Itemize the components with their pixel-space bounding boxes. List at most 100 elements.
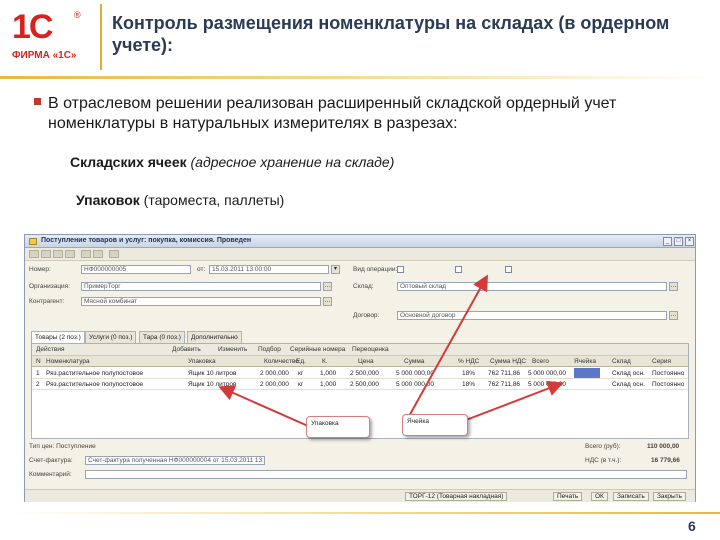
sub-item-cells: Складских ячеек (адресное хранение на ск… [70,154,394,170]
col-n[interactable]: N [36,358,41,365]
cell-quantity: 2 000,000 [260,370,289,377]
maximize-button[interactable]: □ [674,237,683,246]
invoice-label: Счет-фактура: [29,457,73,464]
cell-series: Постоянно [652,381,685,388]
slide: 1С ® ФИРМА «1С» Контроль размещения номе… [0,0,720,540]
dogovor-field[interactable]: Основной договор [397,311,667,320]
print-button[interactable]: Печать [553,492,583,501]
vat-label: НДС (в т.ч.): [585,457,622,464]
dogovor-select-button[interactable]: … [669,311,678,320]
col-sum[interactable]: Сумма [404,358,424,365]
sub-item-packages-bold: Упаковок [76,192,140,208]
cell-n: 2 [36,381,40,388]
table-row[interactable]: 2 Ряз.растительное полупостовое Ящик 10 … [32,379,688,390]
col-vat-sum[interactable]: Сумма НДС [490,358,526,365]
table-row[interactable]: 1 Ряз.растительное полупостовое Ящик 10 … [32,368,688,379]
organizaciya-select-button[interactable]: … [323,282,332,291]
close-window-button[interactable]: Закрыть [653,492,687,501]
col-total[interactable]: Всего [532,358,549,365]
logo-mark: 1С [12,8,53,46]
save-button[interactable]: Записать [613,492,649,501]
col-quantity[interactable]: Количество [264,358,299,365]
col-vat-rate[interactable]: % НДС [458,358,479,365]
tab-goods[interactable]: Товары (2 поз.) [31,331,85,343]
comment-label: Комментарий: [29,471,72,478]
tab-services[interactable]: Услуги (0 поз.) [85,331,137,343]
toolbar-save-icon[interactable] [41,250,51,258]
cell-price: 2 500,000 [350,381,379,388]
checkbox-3[interactable] [505,266,512,273]
table-toolbar: Действия Добавить Изменить Подбор Серийн… [32,344,688,356]
sklad-label: Склад: [353,283,374,290]
sklad-select-button[interactable]: … [669,282,678,291]
tab-additional[interactable]: Дополнительно [187,331,242,343]
toolbar-help-icon[interactable] [109,250,119,258]
table-edit-button[interactable]: Изменить [218,346,247,353]
document-window: Поступление товаров и услуг: покупка, ко… [24,234,696,502]
toolbar-action-icon[interactable] [29,250,39,258]
toolbar-post-icon[interactable] [53,250,63,258]
sklad-field[interactable]: Оптовый склад [397,282,667,291]
nomer-field[interactable]: НФ000000005 [81,265,191,274]
cell-warehouse: Склад осн. [612,370,645,377]
price-type-link[interactable]: Тип цен: Поступление [29,443,96,450]
tab-tare[interactable]: Тара (0 поз.) [139,331,185,343]
cell-cell-selected[interactable] [574,368,600,378]
window-toolbar [25,248,695,261]
organizaciya-label: Организация: [29,283,71,290]
window-title: Поступление товаров и услуг: покупка, ко… [41,237,252,244]
nomer-label: Номер: [29,266,51,273]
cell-warehouse: Склад осн. [612,381,645,388]
organizaciya-field[interactable]: ПримерТорг [81,282,321,291]
sub-item-packages: Упаковок (тароместа, паллеты) [76,192,284,208]
col-nomenclature[interactable]: Номенклатура [46,358,90,365]
cell-series: Постоянно [652,370,685,377]
kontragent-field[interactable]: Мясной комбинат [81,297,321,306]
minimize-button[interactable]: _ [663,237,672,246]
cell-vat-sum: 762 711,86 [488,381,521,388]
bottom-rule [0,512,720,514]
col-warehouse[interactable]: Склад [612,358,631,365]
comment-field[interactable] [85,470,687,479]
col-price[interactable]: Цена [358,358,374,365]
kontragent-label: Контрагент: [29,298,65,305]
col-unit[interactable]: Ед. [296,358,306,365]
toolbar-movements-icon[interactable] [93,250,103,258]
logo-registered: ® [74,10,81,20]
cell-coef: 1,000 [320,381,337,388]
page-number: 6 [688,518,696,534]
ok-button[interactable]: ОК [591,492,608,501]
sub-item-cells-italic: (адресное хранение на складе) [190,154,395,170]
total-value: 110 000,00 [647,443,680,450]
ot-label: от: [197,266,206,273]
col-package[interactable]: Упаковка [188,358,216,365]
col-coef[interactable]: К. [322,358,328,365]
print-form-button[interactable]: ТОРГ-12 (Товарная накладная) [405,492,508,501]
col-series[interactable]: Серия [652,358,671,365]
table-serial-button[interactable]: Серийные номера [290,346,345,353]
date-field[interactable]: 15.03.2011 13:00:00 [209,265,329,274]
document-icon [29,238,37,245]
cell-total: 5 000 000,00 [528,370,566,377]
window-statusbar: ТОРГ-12 (Товарная накладная) Печать ОК З… [25,489,695,502]
table-actions-button[interactable]: Действия [36,346,64,353]
invoice-field[interactable]: Счет-фактура полученная НФ000000004 от 1… [85,456,265,465]
calendar-icon[interactable]: ▾ [331,265,340,274]
header-separator [100,4,102,70]
toolbar-print-icon[interactable] [65,250,75,258]
table-pick-button[interactable]: Подбор [258,346,281,353]
checkbox-2[interactable] [455,266,462,273]
bullet-text: В отраслевом решении реализован расширен… [48,95,617,132]
cell-vat-rate: 18% [462,381,476,388]
close-button[interactable]: × [685,237,694,246]
table-add-button[interactable]: Добавить [172,346,201,353]
cell-nomenclature: Ряз.растительное полупостовое [46,370,144,377]
callout-package: Упаковка [306,416,370,438]
kontragent-select-button[interactable]: … [323,297,332,306]
col-cell[interactable]: Ячейка [574,358,596,365]
toolbar-structure-icon[interactable] [81,250,91,258]
table-header: N Номенклатура Упаковка Количество Ед. К… [32,356,688,367]
table-reprice-button[interactable]: Переоценка [352,346,389,353]
vid-operacii-label: Вид операции: [353,266,398,273]
checkbox-1[interactable] [397,266,404,273]
